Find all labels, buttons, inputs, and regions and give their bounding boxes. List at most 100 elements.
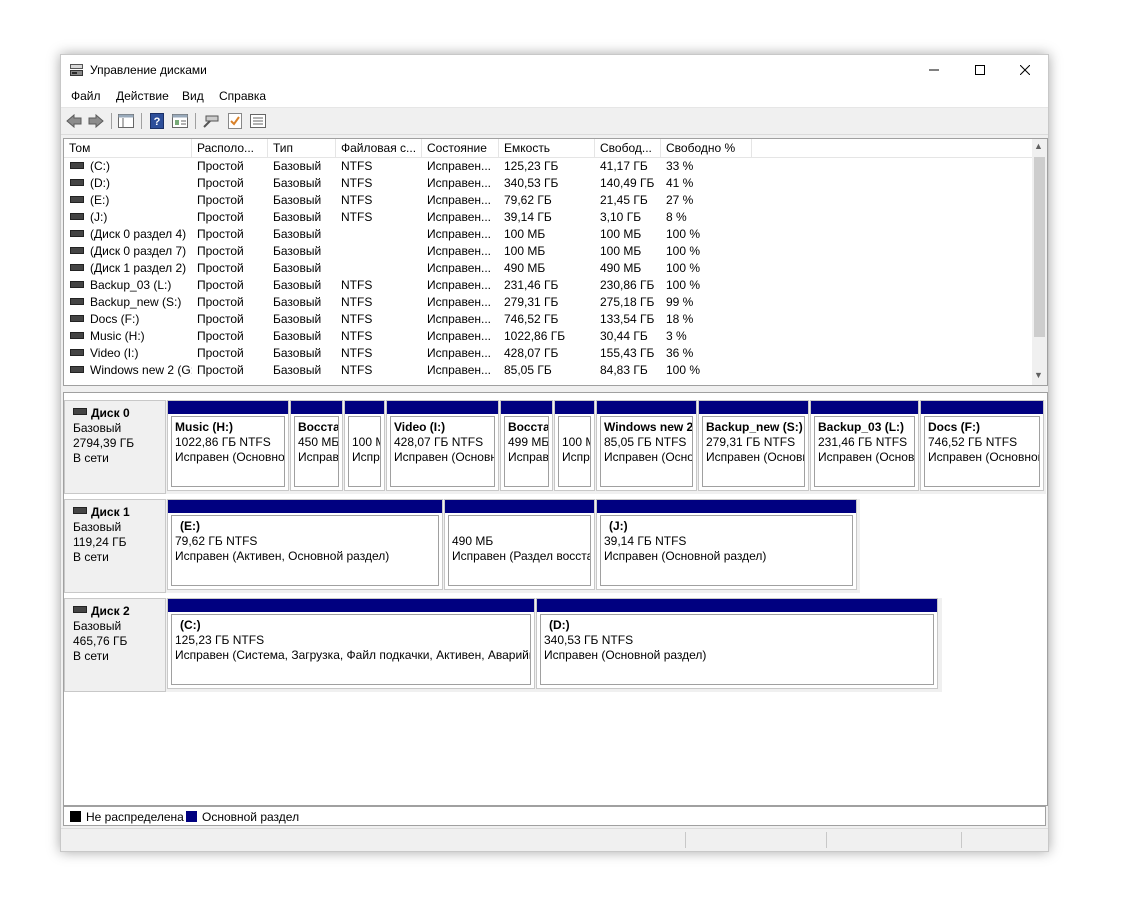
console-tree-button[interactable] — [117, 112, 135, 130]
column-header-type[interactable]: Тип — [268, 139, 336, 157]
disk-1-partitions: (E:) 79,62 ГБ NTFS Исправен (Активен, Осно… — [166, 499, 860, 593]
partition-c[interactable]: (C:) 125,23 ГБ NTFS Исправен (Система, Заг… — [167, 598, 535, 689]
volume-row[interactable]: Docs (F:) Простой Базовый NTFS Исправен... 74… — [64, 311, 1032, 328]
volume-row[interactable]: Video (I:) Простой Базовый NTFS Исправен... 4… — [64, 345, 1032, 362]
legend-label-primary: Основной раздел — [202, 810, 300, 824]
volume-row[interactable]: Music (H:) Простой Базовый NTFS Исправен... 1… — [64, 328, 1032, 345]
disk-status: В сети — [73, 550, 109, 564]
volume-row[interactable]: (Диск 0 раздел 7) Простой Базовый Исправен.… — [64, 243, 1032, 260]
partition-disk1-recovery[interactable]: 490 МБИсправен (Раздел восстановления) — [444, 499, 595, 590]
help-button[interactable]: ? — [148, 112, 166, 130]
minimize-button[interactable] — [911, 55, 957, 85]
partition-size: 125,23 ГБ NTFS — [175, 633, 265, 647]
partition-docs-f[interactable]: Docs (F:) 746,52 ГБ NTFS Исправен (Основно… — [920, 400, 1044, 491]
list-icon — [250, 114, 266, 128]
properties-view-button[interactable] — [171, 112, 189, 130]
scroll-up-icon[interactable]: ▲ — [1034, 141, 1043, 151]
maximize-button[interactable] — [957, 55, 1003, 85]
volume-cell: 27 % — [666, 193, 694, 207]
column-header-filesystem[interactable]: Файловая с... — [336, 139, 422, 157]
volume-cell: NTFS — [341, 329, 373, 343]
volume-cell: 100 МБ — [600, 227, 642, 241]
volume-cell: 279,31 ГБ — [504, 295, 559, 309]
title-bar[interactable]: Управление дисками — [61, 55, 1048, 85]
scroll-down-icon[interactable]: ▼ — [1034, 370, 1043, 380]
volume-row[interactable]: Backup_03 (L:) Простой Базовый NTFS Исправен… — [64, 277, 1032, 294]
partition-d[interactable]: (D:) 340,53 ГБ NTFS Исправен (Основной раз… — [536, 598, 938, 689]
column-header-free-percent[interactable]: Свободно % — [661, 139, 752, 157]
volume-cell: Простой — [197, 261, 244, 275]
disk-name: Диск 1 — [91, 505, 130, 519]
partition-music-h[interactable]: Music (H:) 1022,86 ГБ NTFS Исправен (Основ… — [167, 400, 289, 491]
menu-view[interactable]: Вид — [182, 89, 204, 103]
partition-size: 340,53 ГБ NTFS — [544, 633, 634, 647]
partition-video-i[interactable]: Video (I:)428,07 ГБ NTFSИсправен (Основн… — [386, 400, 499, 491]
volume-cell: Базовый — [273, 261, 322, 275]
volume-cell: NTFS — [341, 193, 373, 207]
volume-cell: 100 МБ — [504, 244, 546, 258]
volume-row[interactable]: Windows new 2 (G:) Простой Базовый NTFS Испр… — [64, 362, 1032, 379]
menu-file[interactable]: Файл — [71, 89, 101, 103]
back-button[interactable] — [65, 112, 83, 130]
close-button[interactable] — [1002, 55, 1048, 85]
forward-button[interactable] — [87, 112, 105, 130]
volume-cell: Простой — [197, 329, 244, 343]
disk-name: Диск 0 — [91, 406, 130, 420]
toolbar-separator — [141, 113, 142, 129]
disk-0-label[interactable]: Диск 0 Базовый 2794,39 ГБ В сети — [64, 400, 166, 494]
partition-name: (C:) — [180, 618, 201, 632]
volume-cell: Исправен... — [427, 346, 492, 360]
disk-2-label[interactable]: Диск 2 Базовый 465,76 ГБ В сети — [64, 598, 166, 692]
volume-row[interactable]: (C:) Простой Базовый NTFS Исправен... 125,23 … — [64, 158, 1032, 175]
connect-button[interactable] — [202, 112, 220, 130]
partition-status: Исправен (Основной раздел) — [706, 450, 804, 464]
column-header-status[interactable]: Состояние — [422, 139, 499, 157]
list-button[interactable] — [249, 112, 267, 130]
column-header-capacity[interactable]: Емкость — [499, 139, 595, 157]
partition-size: 100 МБ — [562, 435, 590, 449]
disk-1-label[interactable]: Диск 1 Базовый 119,24 ГБ В сети — [64, 499, 166, 593]
close-icon — [1020, 65, 1030, 75]
volume-row[interactable]: (J:) Простой Базовый NTFS Исправен... 39,14 Г… — [64, 209, 1032, 226]
volume-cell: 340,53 ГБ — [504, 176, 559, 190]
partition-name: (E:) — [180, 519, 200, 533]
volume-row[interactable]: (Диск 1 раздел 2) Простой Базовый Исправен.… — [64, 260, 1032, 277]
disk-icon — [73, 606, 87, 614]
partition-efi[interactable]: 100 МБИсправен (Шифрованный (EFI) систем… — [344, 400, 385, 491]
check-button[interactable] — [226, 112, 244, 130]
partition-status: Исправен (Основной раздел) — [175, 450, 285, 464]
volume-cell: 84,83 ГБ — [600, 363, 648, 377]
primary-partition-bar — [168, 401, 288, 414]
volume-cell — [341, 226, 423, 243]
scrollbar-thumb[interactable] — [1034, 157, 1045, 337]
partition-recovery-3[interactable]: 100 МБИсправен (Раздел восстановления) — [554, 400, 595, 491]
column-header-layout[interactable]: Располо... — [192, 139, 268, 157]
status-bar — [61, 828, 1048, 851]
partition-j[interactable]: (J:) 39,14 ГБ NTFS Исправен (Основной разд… — [596, 499, 857, 590]
disk-status: В сети — [73, 451, 109, 465]
volume-cell: 231,46 ГБ — [504, 278, 559, 292]
partition-backup-new-s[interactable]: Backup_new (S:) 279,31 ГБ NTFS Исправен (О… — [698, 400, 809, 491]
volume-cell: 41,17 ГБ — [600, 159, 648, 173]
volume-list[interactable]: Том Располо... Тип Файловая с... Состоян… — [63, 138, 1048, 386]
volume-row[interactable]: Backup_new (S:) Простой Базовый NTFS Исправе… — [64, 294, 1032, 311]
volume-cell: Базовый — [273, 329, 322, 343]
partition-size: 100 МБ — [352, 435, 380, 449]
volume-cell: Базовый — [273, 312, 322, 326]
partition-recovery-2[interactable]: Восстановление499 МБИсправен (Раздел вос… — [500, 400, 553, 491]
volume-list-scrollbar[interactable]: ▲ ▼ — [1032, 139, 1047, 385]
menu-action[interactable]: Действие — [116, 89, 169, 103]
partition-recovery-1[interactable]: Восстановление450 МБИсправен (Раздел вос… — [290, 400, 343, 491]
volume-row[interactable]: (Диск 0 раздел 4) Простой Базовый Исправен.… — [64, 226, 1032, 243]
partition-backup-03-l[interactable]: Backup_03 (L:) 231,46 ГБ NTFS Исправен (Ос… — [810, 400, 919, 491]
volume-cell: Music (H:) — [70, 328, 192, 345]
partition-status: Исправен (Шифрованный (EFI) системный ра… — [352, 450, 380, 464]
column-header-volume[interactable]: Том — [64, 139, 192, 157]
partition-status: Исправен (Активен, Основной раздел) — [175, 549, 390, 563]
menu-help[interactable]: Справка — [219, 89, 266, 103]
volume-row[interactable]: (E:) Простой Базовый NTFS Исправен... 79,62 Г… — [64, 192, 1032, 209]
column-header-free-space[interactable]: Свобод... — [595, 139, 661, 157]
partition-windows-new-2-g[interactable]: Windows new 2 (G:)85,05 ГБ NTFSИсправен … — [596, 400, 697, 491]
partition-e[interactable]: (E:) 79,62 ГБ NTFS Исправен (Активен, Осно… — [167, 499, 443, 590]
volume-row[interactable]: (D:) Простой Базовый NTFS Исправен... 340,53 … — [64, 175, 1032, 192]
